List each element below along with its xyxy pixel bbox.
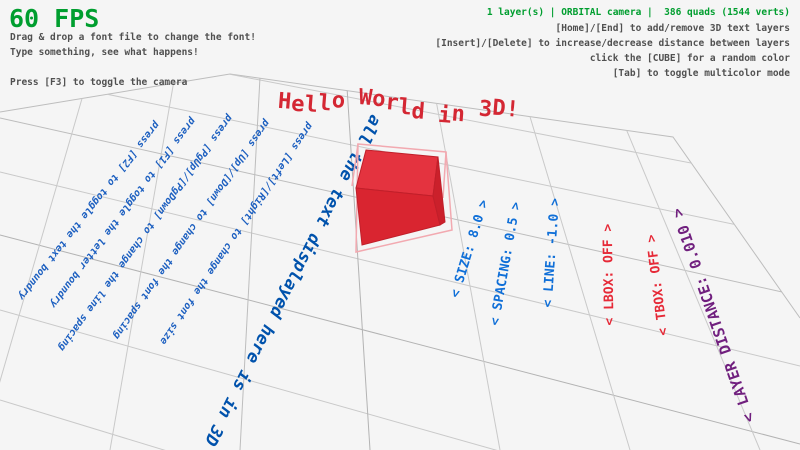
fps-counter: 60 FPS [9, 4, 99, 33]
hint-layer-distance: [Insert]/[Delete] to increase/decrease d… [435, 38, 790, 49]
hint-toggle-camera: Press [F3] to toggle the camera [10, 77, 187, 88]
hint-drop-font: Drag & drop a font file to change the fo… [10, 32, 256, 43]
viewport: press [F2] to toggle the text boundry pr… [0, 0, 800, 450]
status-bar: 1 layer(s) | ORBITAL camera | 386 quads … [487, 7, 790, 18]
hint-multicolor-mode: [Tab] to toggle multicolor mode [613, 68, 790, 79]
hint-add-remove-layers: [Home]/[End] to add/remove 3D text layer… [556, 23, 791, 34]
hint-type-something: Type something, see what happens! [10, 47, 199, 58]
hint-cube-color: click the [CUBE] for a random color [590, 53, 790, 64]
